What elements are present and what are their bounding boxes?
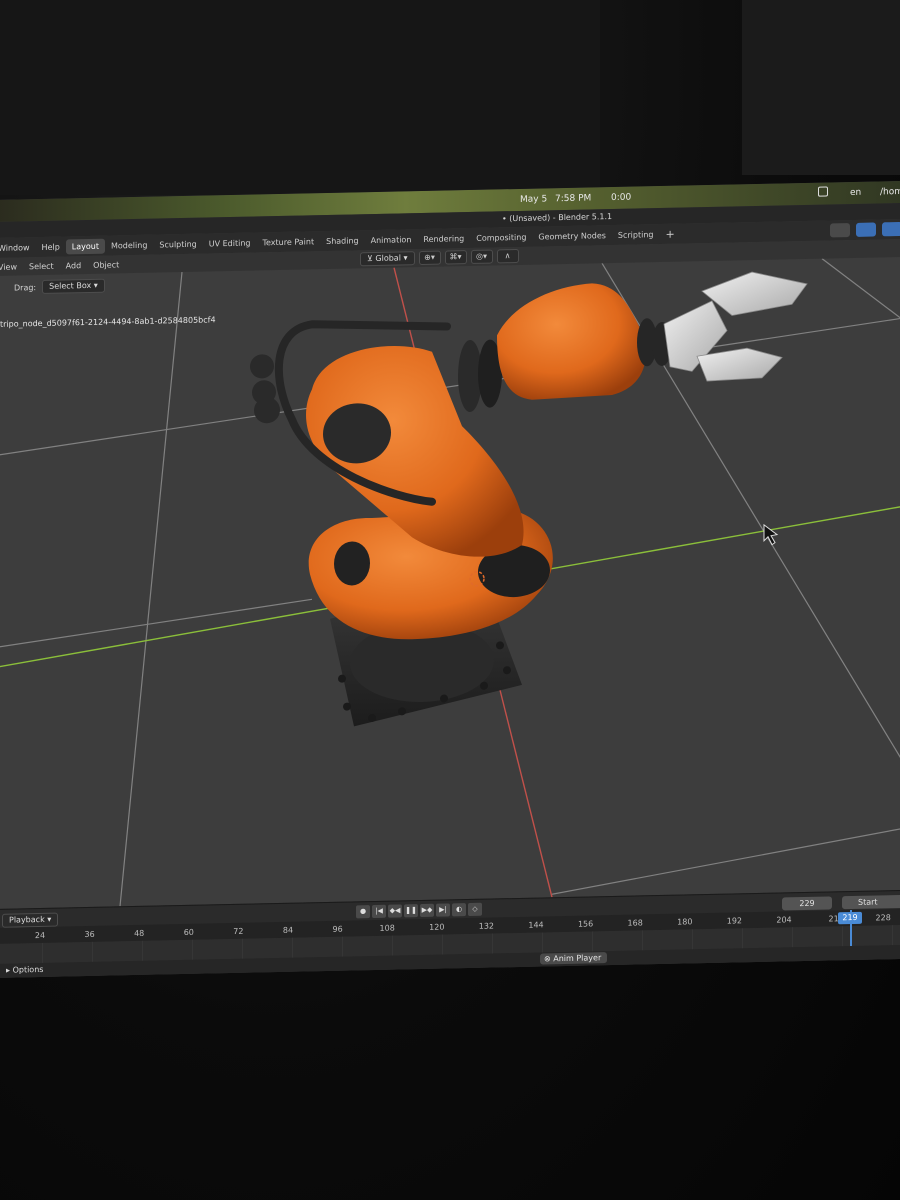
tab-modeling[interactable]: Modeling (105, 237, 153, 253)
viewport-scene (0, 258, 900, 907)
photo-stage: May 5 7:58 PM 0:00 en /hom • (Unsaved) -… (0, 0, 900, 1200)
start-frame-field[interactable]: Start (842, 894, 900, 910)
jump-start-icon[interactable]: |◀ (372, 904, 386, 919)
anim-player-button[interactable]: ⊗ Anim Player (540, 952, 608, 965)
timeline-tick-label: 192 (726, 916, 743, 926)
timeline-tick-label: 180 (677, 917, 693, 927)
tool-settings: Drag: Select Box ▾ (0, 278, 105, 296)
timeline-tick-label: 204 (776, 915, 792, 925)
menu-view[interactable]: View (0, 262, 23, 272)
gizmo-toggle-button[interactable] (856, 222, 876, 237)
timeline-tick-label: 144 (528, 920, 544, 930)
upper-monitor (0, 0, 600, 195)
menu-add[interactable]: Add (60, 261, 88, 271)
3d-viewport[interactable]: tripo_node_d5097f61-2124-4494-8ab1-d2584… (0, 256, 900, 909)
tab-scripting[interactable]: Scripting (612, 227, 660, 243)
tab-rendering[interactable]: Rendering (417, 230, 470, 246)
timeline-tick-label: 132 (478, 921, 495, 931)
snap-icon[interactable]: ⌘▾ (444, 250, 467, 265)
tab-texture-paint[interactable]: Texture Paint (256, 234, 320, 250)
prev-keyframe-icon[interactable]: ◆◀ (388, 904, 402, 918)
timeline-tick-label: 24 (34, 930, 46, 941)
timeline-tick-label: 84 (282, 925, 294, 935)
playhead-frame-label[interactable]: 219 (838, 911, 862, 925)
menubar-path: /hom (880, 186, 900, 198)
transform-orientation-value: Global (375, 253, 401, 263)
timeline-tick-label: 108 (379, 923, 395, 933)
options-label: Options (12, 964, 44, 975)
jump-end-icon[interactable]: ▶| (436, 903, 450, 917)
pivot-point-icon[interactable]: ⊕▾ (418, 250, 441, 266)
timeline-tick-label: 36 (84, 929, 95, 940)
options-button[interactable]: ▸ Options (6, 965, 43, 975)
robot-arm-model[interactable] (250, 271, 808, 729)
timeline-tick-label: 120 (429, 922, 445, 932)
transform-orientation-dropdown[interactable]: ⊻ Global ▾ (360, 251, 415, 267)
menu-object[interactable]: Object (87, 260, 125, 270)
viewport-shading-button[interactable] (882, 221, 900, 237)
timeline-tick-label: 60 (183, 927, 194, 937)
drag-select-dropdown[interactable]: Select Box ▾ (42, 278, 105, 294)
drag-select-value: Select Box (49, 280, 92, 291)
timeline-tick-label: 156 (577, 919, 594, 929)
tab-shading[interactable]: Shading (320, 233, 365, 249)
menubar-time: 7:58 PM (555, 193, 592, 205)
menubar-date: May 5 (520, 194, 548, 205)
falloff-icon[interactable]: ∧ (496, 248, 519, 264)
timeline-tick-label: 228 (875, 913, 891, 923)
playback-dropdown[interactable]: Playback ▾ (2, 912, 59, 928)
header-right-buttons (830, 221, 900, 238)
add-workspace-plus-icon[interactable]: + (659, 227, 680, 240)
playback-label: Playback (9, 914, 45, 925)
robot-gripper (663, 271, 808, 382)
timeline-tick-label: 72 (233, 926, 244, 936)
overlay-button[interactable] (830, 223, 850, 238)
blender-screen: May 5 7:58 PM 0:00 en /hom • (Unsaved) -… (0, 180, 900, 978)
tab-compositing[interactable]: Compositing (470, 229, 532, 245)
mouse-cursor-icon (763, 523, 779, 546)
tab-geometry-nodes[interactable]: Geometry Nodes (532, 228, 611, 245)
menu-help[interactable]: Help (36, 239, 66, 255)
keying-icon[interactable]: ◐ (452, 903, 466, 917)
start-frame-label: Start (858, 897, 878, 907)
next-keyframe-icon[interactable]: ▶◆ (420, 903, 434, 918)
robot-wrist-rings (458, 339, 502, 412)
anim-player-label: Anim Player (553, 953, 602, 964)
drag-label: Drag: (14, 282, 37, 293)
timeline-tick-label: 168 (627, 918, 643, 928)
record-icon[interactable]: ● (356, 905, 370, 919)
tab-layout[interactable]: Layout (65, 238, 105, 254)
proportional-edit-icon[interactable]: ◎▾ (470, 249, 493, 264)
current-frame-field[interactable]: 229 (782, 896, 832, 911)
transport-controls: ● |◀ ◆◀ ❚❚ ▶◆ ▶| ◐ ◇ (356, 902, 482, 919)
robot-upper-arm (497, 283, 646, 400)
input-language[interactable]: en (850, 188, 861, 198)
tab-animation[interactable]: Animation (365, 232, 418, 248)
menu-select[interactable]: Select (23, 261, 60, 271)
tab-uv-editing[interactable]: UV Editing (203, 235, 257, 251)
tab-sculpting[interactable]: Sculpting (153, 236, 202, 252)
menubar-timer: 0:00 (611, 192, 632, 204)
pause-icon[interactable]: ❚❚ (404, 904, 418, 918)
window-grid-icon[interactable] (818, 186, 828, 197)
upper-monitor-right (740, 0, 900, 175)
timeline-tick-label: 48 (134, 928, 145, 939)
timeline-tick-label: 96 (332, 924, 343, 934)
transform-controls: ⊻ Global ▾ ⊕▾ ⌘▾ ◎▾ ∧ (360, 248, 519, 267)
menu-window[interactable]: Window (0, 240, 36, 256)
keyframe-icon[interactable]: ◇ (468, 902, 482, 917)
